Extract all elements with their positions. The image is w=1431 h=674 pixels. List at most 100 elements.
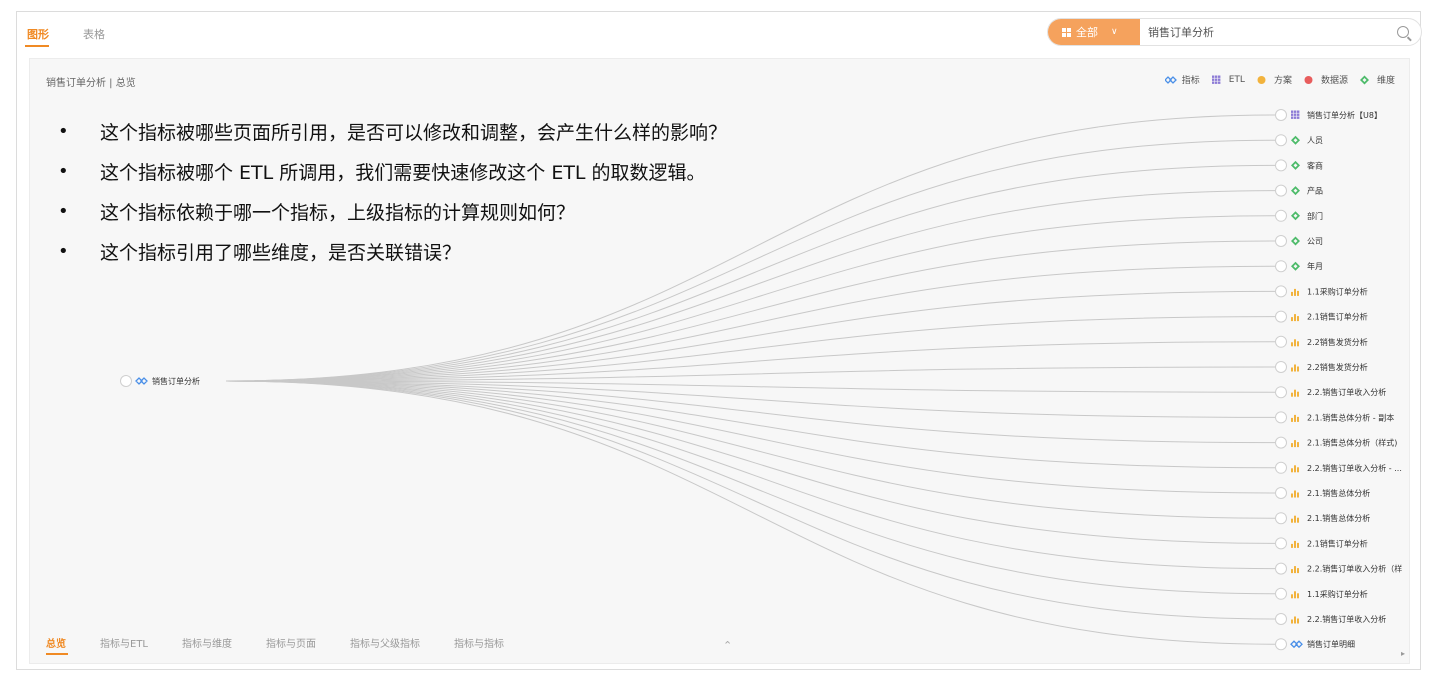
tab-indicator-page[interactable]: 指标与页面 — [266, 635, 316, 650]
leaf-node-label: 1.1采购订单分析 — [1307, 286, 1368, 296]
leaf-node[interactable]: 2.2.销售订单收入分析（样 — [1275, 562, 1403, 575]
leaf-node-label: 人员 — [1307, 136, 1323, 145]
node-toggle[interactable] — [1275, 436, 1287, 449]
bullet-text: 这个指标依赖于哪一个指标，上级指标的计算规则如何？ — [100, 201, 576, 224]
page-icon — [1291, 440, 1299, 448]
leaf-node[interactable]: 部门 — [1275, 209, 1324, 222]
node-toggle[interactable] — [1275, 260, 1287, 273]
leaf-node-label: 2.1.销售总体分析 — [1307, 488, 1370, 498]
leaf-node[interactable]: 1.1采购订单分析 — [1275, 285, 1368, 298]
tab-graph-underline — [25, 45, 49, 47]
node-toggle[interactable] — [1275, 209, 1287, 222]
leaf-node[interactable]: 年月 — [1275, 260, 1324, 273]
node-toggle[interactable] — [1275, 562, 1287, 575]
leaf-node[interactable]: 2.1.销售总体分析（样式) — [1275, 436, 1398, 449]
leaf-node-label: 2.2销售发货分析 — [1307, 362, 1368, 372]
node-toggle[interactable] — [1275, 109, 1287, 121]
dimension-icon — [1291, 236, 1300, 246]
tab-indicator-parent[interactable]: 指标与父级指标 — [350, 635, 420, 650]
page-icon — [1291, 414, 1299, 422]
leaf-node-label: 2.2.销售订单收入分析 — [1307, 387, 1386, 397]
tree-edge — [225, 380, 1276, 519]
leaf-node[interactable]: 产品 — [1275, 184, 1324, 197]
etl-icon — [1291, 110, 1300, 119]
page-icon — [1291, 465, 1299, 473]
page-icon — [1291, 540, 1299, 548]
node-toggle[interactable] — [1275, 361, 1287, 373]
node-toggle[interactable] — [1275, 587, 1287, 600]
graph-panel: 销售订单分析 | 总览 指标 ETL 方案 数据源 维度 销售订单分析 销售订单分析【U8… — [29, 58, 1410, 664]
leaf-node[interactable]: 销售订单明细 — [1275, 638, 1356, 651]
leaf-node[interactable]: 2.2.销售订单收入分析 — [1275, 386, 1387, 399]
node-toggle[interactable] — [1275, 285, 1287, 298]
leaf-node[interactable]: 2.2销售发货分析 — [1275, 361, 1368, 373]
leaf-node-label: 2.1.销售总体分析 - 副本 — [1307, 412, 1394, 422]
filter-dropdown[interactable]: 全部 ∨ — [1048, 19, 1140, 45]
leaf-node[interactable]: 1.1采购订单分析 — [1275, 587, 1368, 600]
node-toggle[interactable] — [1275, 512, 1287, 525]
tree-edge — [225, 380, 1276, 570]
node-toggle[interactable] — [1275, 411, 1287, 424]
tree-edge — [225, 380, 1276, 645]
leaf-node-label: 公司 — [1307, 237, 1323, 246]
tab-indicator-etl[interactable]: 指标与ETL — [100, 635, 148, 650]
node-toggle[interactable] — [1275, 613, 1287, 625]
tree-edge — [225, 265, 1276, 382]
leaf-node[interactable]: 2.1销售订单分析 — [1275, 310, 1368, 323]
page-icon — [1291, 566, 1299, 574]
tab-overview[interactable]: 总览 — [46, 635, 68, 655]
leaf-node[interactable]: 销售订单分析【U8】 — [1275, 109, 1382, 121]
collapse-up-icon[interactable]: ⌃ — [723, 639, 732, 652]
bullet-item: • 这个指标引用了哪些维度，是否关联错误？ — [48, 231, 727, 271]
root-node[interactable]: 销售订单分析 — [120, 375, 201, 387]
node-toggle[interactable] — [1275, 184, 1287, 197]
leaf-node[interactable]: 2.1.销售总体分析 - 副本 — [1275, 411, 1395, 424]
node-toggle[interactable] — [1275, 487, 1287, 499]
node-toggle[interactable] — [120, 375, 132, 387]
leaf-node[interactable]: 公司 — [1275, 235, 1324, 247]
node-toggle[interactable] — [1275, 159, 1287, 172]
node-toggle[interactable] — [1275, 537, 1287, 550]
tab-indicator-indicator[interactable]: 指标与指标 — [454, 635, 504, 650]
leaf-node[interactable]: 人员 — [1275, 134, 1324, 147]
tree-edge — [225, 380, 1276, 494]
node-toggle[interactable] — [1275, 310, 1287, 323]
leaf-node[interactable]: 客商 — [1275, 159, 1324, 172]
scroll-right-icon[interactable]: ▸ — [1401, 649, 1405, 658]
tab-table[interactable]: 表格 — [83, 26, 105, 42]
tab-indicator-dimension[interactable]: 指标与维度 — [182, 635, 232, 650]
leaf-node[interactable]: 2.2.销售订单收入分析 - ... — [1275, 461, 1402, 474]
indicator-icon — [1290, 640, 1303, 649]
leaf-node[interactable]: 2.2销售发货分析 — [1275, 335, 1368, 348]
chevron-down-icon: ∨ — [1111, 27, 1118, 37]
node-toggle[interactable] — [1275, 638, 1287, 651]
leaf-node-label: 销售订单明细 — [1307, 639, 1355, 649]
bullet-text: 这个指标被哪个 ETL 所调用，我们需要快速修改这个 ETL 的取数逻辑。 — [100, 161, 706, 184]
tree-edge — [225, 380, 1276, 544]
grid-icon — [1062, 27, 1071, 37]
search-input[interactable] — [1148, 19, 1388, 45]
bullet-item: • 这个指标被哪个 ETL 所调用，我们需要快速修改这个 ETL 的取数逻辑。 — [48, 151, 727, 191]
filter-label: 全部 — [1076, 26, 1098, 39]
node-toggle[interactable] — [1275, 386, 1287, 399]
bullet-item: • 这个指标依赖于哪一个指标，上级指标的计算规则如何？ — [48, 191, 727, 231]
leaf-node[interactable]: 2.1.销售总体分析 — [1275, 487, 1371, 499]
leaf-node-label: 2.1.销售总体分析 — [1307, 513, 1370, 523]
leaf-node-label: 1.1采购订单分析 — [1307, 589, 1368, 599]
leaf-node-label: 产品 — [1307, 186, 1323, 196]
node-toggle[interactable] — [1275, 461, 1287, 474]
bullet-text: 这个指标被哪些页面所引用，是否可以修改和调整，会产生什么样的影响？ — [100, 121, 728, 144]
bullet-list: • 这个指标被哪些页面所引用，是否可以修改和调整，会产生什么样的影响？ • 这个指标… — [48, 111, 727, 271]
lineage-window: 图形 表格 全部 ∨ 销售订单分析 | 总览 指标ETL方案数据源维度 销售订单… — [16, 11, 1422, 670]
node-toggle[interactable] — [1275, 134, 1287, 147]
leaf-node[interactable]: 2.2.销售订单收入分析 — [1275, 613, 1387, 625]
leaf-node-label: 2.1销售订单分析 — [1307, 538, 1368, 548]
search-icon[interactable] — [1397, 26, 1409, 38]
page-icon — [1291, 288, 1299, 296]
leaf-node-label: 年月 — [1307, 261, 1323, 271]
leaf-node[interactable]: 2.1销售订单分析 — [1275, 537, 1368, 550]
node-toggle[interactable] — [1275, 235, 1287, 247]
node-toggle[interactable] — [1275, 335, 1287, 348]
tab-graph[interactable]: 图形 — [27, 26, 49, 42]
leaf-node[interactable]: 2.1.销售总体分析 — [1275, 512, 1371, 525]
